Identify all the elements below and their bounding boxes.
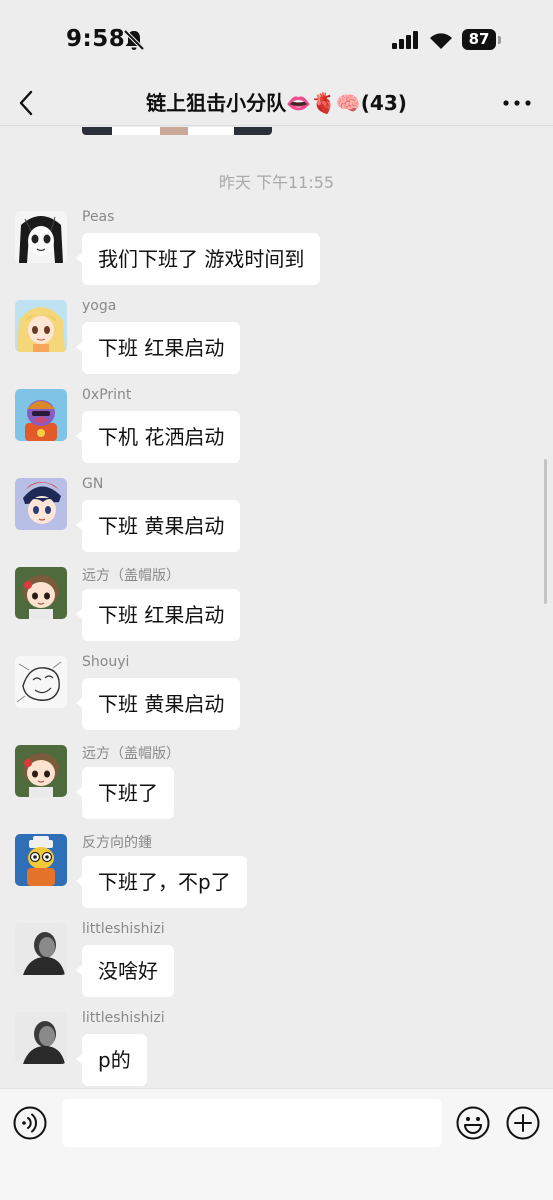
message-bubble[interactable]: 下班 红果启动 (75, 322, 241, 374)
message-bubble[interactable]: 没啥好 (76, 945, 174, 997)
sender-name: yoga (82, 298, 117, 314)
scrollbar-thumb[interactable] (544, 459, 547, 604)
sender-name: Peas (82, 209, 115, 225)
message-bubble[interactable]: 下班了，不p了 (76, 856, 247, 908)
message-row: GN 下班 黄果启动 (0, 476, 553, 567)
voice-icon[interactable] (13, 1106, 47, 1140)
message-row: 反方向的鍾 下班了，不p了 (0, 834, 553, 923)
message-row: Shouyi 下班 黄果启动 (0, 654, 553, 745)
bw-photo-avatar[interactable] (15, 1012, 67, 1064)
message-row: 0xPrint 下机 花洒启动 (0, 387, 553, 478)
chibi-avatar[interactable] (15, 745, 67, 797)
chevron-left-icon[interactable] (16, 86, 40, 120)
message-bubble[interactable]: 我们下班了 游戏时间到 (75, 233, 321, 285)
sender-name: 远方（盖帽版） (82, 746, 180, 762)
sender-name: littleshishizi (82, 921, 165, 937)
message-row: 远方（盖帽版） 下班了 (0, 745, 553, 834)
message-bubble[interactable]: 下班 黄果启动 (75, 500, 241, 552)
manga-girl-avatar[interactable] (15, 211, 67, 263)
message-row: Peas 我们下班了 游戏时间到 (0, 209, 553, 300)
emoji-icon[interactable] (456, 1106, 490, 1140)
sender-name: Shouyi (82, 654, 130, 670)
message-row: 远方（盖帽版） 下班 红果启动 (0, 567, 553, 656)
battery-tip (498, 36, 501, 44)
message-row: littleshishizi p的 (0, 1010, 553, 1088)
sketch-avatar[interactable] (15, 656, 67, 708)
bell-slash-icon (123, 29, 145, 51)
previous-image-message[interactable] (82, 127, 272, 135)
more-dots-icon[interactable] (500, 88, 534, 118)
input-bar (0, 1088, 553, 1200)
message-input[interactable] (62, 1099, 442, 1147)
sender-name: 反方向的鍾 (82, 835, 152, 851)
bw-photo-avatar[interactable] (15, 923, 67, 975)
sender-name: 远方（盖帽版） (82, 568, 180, 584)
message-bubble[interactable]: p的 (76, 1034, 147, 1086)
sender-name: littleshishizi (82, 1010, 165, 1026)
signal-icon (392, 31, 418, 49)
status-bar: 9:58 87 (0, 0, 553, 80)
message-row: littleshishizi 没啥好 (0, 921, 553, 1012)
wifi-icon (430, 33, 452, 49)
message-row: yoga 下班 红果启动 (0, 298, 553, 389)
chat-title: 链上狙击小分队👄🫀🧠(43) (146, 91, 407, 115)
anime-blonde-avatar[interactable] (15, 300, 67, 352)
battery-level: 87 (468, 30, 490, 48)
anime-boy-avatar[interactable] (15, 478, 67, 530)
battery-icon: 87 (462, 29, 496, 50)
plus-icon[interactable] (506, 1106, 540, 1140)
message-bubble[interactable]: 下班了 (76, 767, 174, 819)
sender-name: 0xPrint (82, 387, 132, 403)
message-bubble[interactable]: 下机 花洒启动 (75, 411, 241, 463)
message-list[interactable]: 昨天 下午11:55 Peas 我们下班了 游戏时间到 yoga 下班 红果启动… (0, 127, 553, 1088)
sender-name: GN (82, 476, 104, 492)
chat-header: 链上狙击小分队👄🫀🧠(43) (0, 80, 553, 126)
cartoon-robot-avatar[interactable] (15, 834, 67, 886)
message-bubble[interactable]: 下班 红果启动 (75, 589, 241, 641)
message-bubble[interactable]: 下班 黄果启动 (75, 678, 241, 730)
status-time: 9:58 (66, 26, 126, 52)
cartoon-character-avatar[interactable] (15, 389, 67, 441)
chibi-avatar[interactable] (15, 567, 67, 619)
message-timestamp: 昨天 下午11:55 (218, 173, 335, 192)
